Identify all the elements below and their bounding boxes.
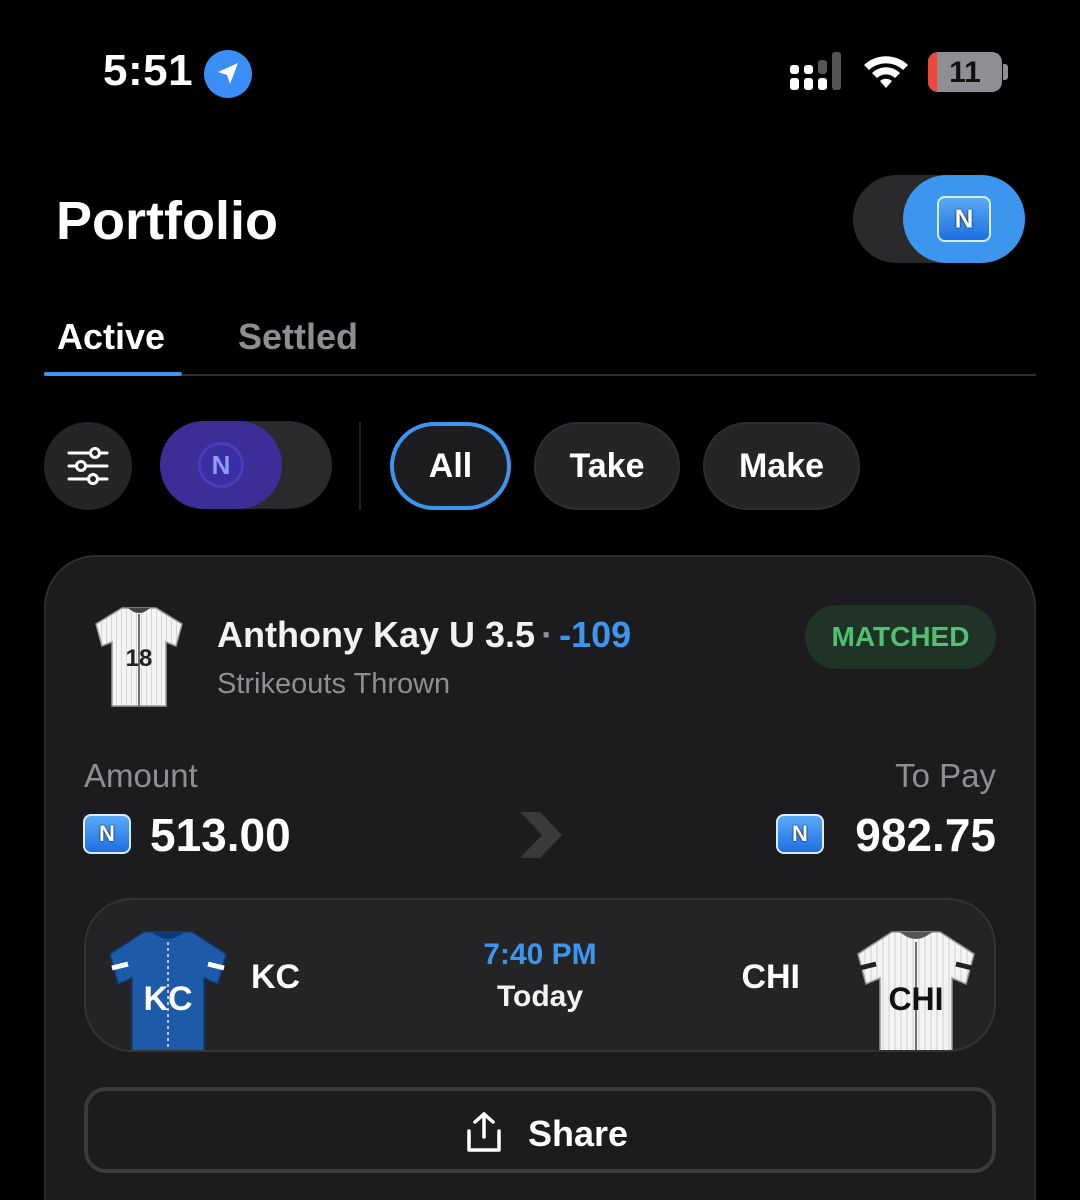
token-n-icon: N: [198, 442, 244, 488]
active-tab-indicator: [44, 372, 182, 376]
filter-button[interactable]: [44, 422, 132, 510]
mode-toggle-knob: N: [160, 421, 282, 509]
away-team: CHI: [741, 958, 800, 996]
share-icon: [467, 1112, 501, 1152]
amount-label: Amount: [84, 757, 198, 794]
coin-icon: [776, 814, 824, 854]
currency-toggle[interactable]: [853, 175, 1025, 263]
sliders-icon: [67, 447, 109, 485]
filter-divider: [359, 422, 361, 510]
to-pay-label: To Pay: [895, 757, 996, 794]
wifi-icon: [864, 56, 908, 88]
game-info[interactable]: KC KC 7:40 PM Today CHI CHI: [84, 898, 996, 1052]
bet-selection-line: Anthony Kay U 3.5 · -109: [217, 614, 631, 656]
bet-selection: Anthony Kay U 3.5: [217, 614, 536, 655]
player-jersey-icon: 18: [95, 607, 183, 707]
filter-pill-take[interactable]: Take: [534, 422, 680, 510]
amount-value: 513.00: [150, 809, 291, 861]
away-jersey-text: CHI: [888, 981, 943, 1017]
filter-pill-all[interactable]: All: [390, 422, 511, 510]
coin-icon: [83, 814, 131, 854]
battery-level: 11: [949, 56, 981, 89]
share-label: Share: [528, 1113, 629, 1154]
status-badge: MATCHED: [805, 605, 996, 669]
coin-icon: [937, 196, 991, 242]
to-pay-value: 982.75: [855, 809, 996, 861]
player-jersey-number: 18: [126, 645, 153, 672]
battery-icon: 11: [928, 52, 1002, 92]
away-team-jersey-icon: CHI: [857, 931, 975, 1050]
portfolio-tabs: Active Settled: [44, 310, 1036, 376]
currency-toggle-knob: [903, 175, 1025, 263]
filter-pill-make[interactable]: Make: [703, 422, 860, 510]
chevron-right-icon: [520, 812, 562, 858]
status-bar: 5:51 11: [0, 0, 1080, 140]
battery-nub: [1003, 64, 1008, 80]
tab-settled[interactable]: Settled: [238, 316, 358, 358]
cellular-signal-icon: [790, 52, 841, 90]
bet-market: Strikeouts Thrown: [217, 668, 451, 700]
page-title: Portfolio: [56, 191, 278, 251]
status-time: 5:51: [103, 46, 194, 95]
tab-active[interactable]: Active: [57, 316, 165, 358]
mode-toggle[interactable]: N: [160, 421, 332, 509]
separator-dot: ·: [541, 614, 554, 655]
bet-odds: -109: [559, 614, 632, 655]
share-button[interactable]: Share: [84, 1087, 996, 1173]
location-icon: [204, 50, 252, 98]
